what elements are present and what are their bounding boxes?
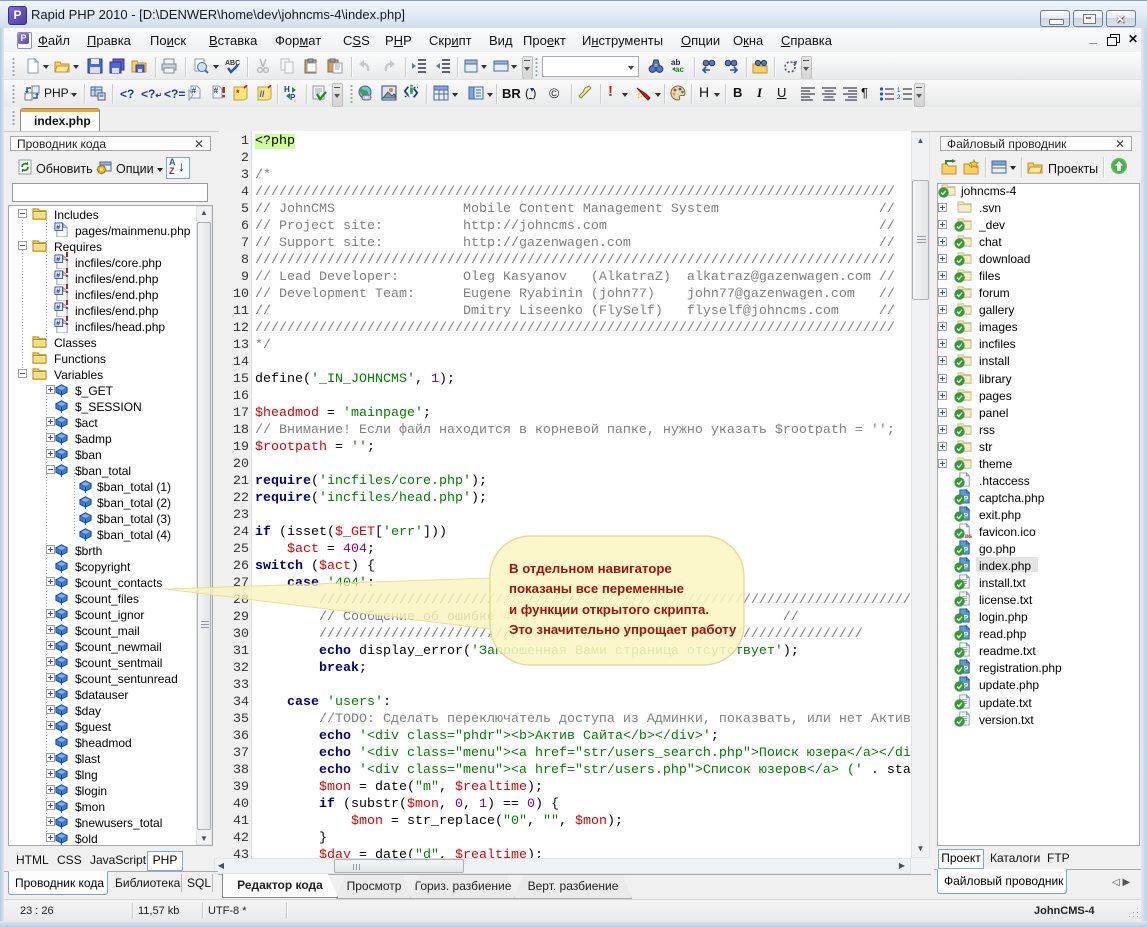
svg-text:*: * [236,88,240,98]
svg-text:1: 1 [897,88,901,94]
svg-text:ac: ac [675,65,684,73]
svg-text://: // [260,89,266,99]
svg-text:P: P [290,93,296,101]
svg-text:#: # [192,87,197,96]
svg-text:2: 2 [897,95,901,101]
svg-text:#: # [214,87,219,96]
